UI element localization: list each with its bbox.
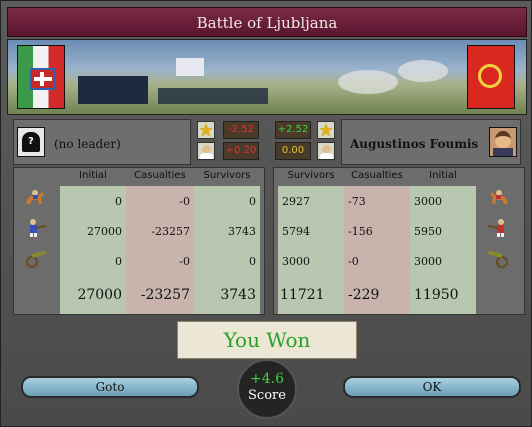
banner-flag-icon bbox=[176, 58, 204, 76]
cavalry-initial: 0 bbox=[115, 195, 122, 208]
smoke-cloud bbox=[398, 60, 448, 82]
cavalry-casualties: -73 bbox=[348, 195, 366, 208]
left-army-table: Initial Casualties Survivors 0 -0 0 2700… bbox=[13, 167, 265, 315]
right-leader-name: Augustinos Foumis bbox=[350, 137, 479, 151]
left-leader-panel: ? (no leader) bbox=[13, 119, 191, 165]
doctor-icon bbox=[317, 142, 335, 160]
result-text: You Won bbox=[223, 328, 311, 352]
cavalry-initial: 3000 bbox=[414, 195, 442, 208]
score-value: +4.6 bbox=[250, 371, 284, 387]
star-icon bbox=[317, 121, 335, 139]
infantry-icon bbox=[487, 219, 504, 237]
total-casualties: -23257 bbox=[140, 287, 190, 303]
artillery-initial: 0 bbox=[115, 255, 122, 268]
artillery-initial: 3000 bbox=[414, 255, 442, 268]
left-morale-modifier: -2.52 bbox=[223, 121, 259, 139]
crest-icon bbox=[30, 68, 56, 90]
header-initial: Initial bbox=[79, 170, 107, 181]
header-survivors: Survivors bbox=[203, 170, 251, 181]
left-country-flag bbox=[17, 45, 65, 109]
battle-illustration bbox=[7, 39, 527, 115]
right-morale-modifier: +2.52 bbox=[275, 121, 311, 139]
right-army-table: Survivors Casualties Initial 2927 -73 30… bbox=[273, 167, 525, 315]
total-initial: 27000 bbox=[77, 287, 122, 303]
ok-button[interactable]: OK bbox=[343, 376, 521, 398]
cavalry-survivors: 2927 bbox=[282, 195, 310, 208]
artillery-icon bbox=[26, 250, 47, 268]
artillery-casualties: -0 bbox=[179, 255, 190, 268]
smoke-cloud bbox=[338, 70, 398, 94]
infantry-initial: 27000 bbox=[87, 225, 122, 238]
right-country-flag bbox=[467, 45, 515, 109]
artillery-icon bbox=[487, 250, 508, 268]
title-bar: Battle of Ljubljana bbox=[7, 7, 527, 37]
infantry-survivors: 3743 bbox=[228, 225, 256, 238]
left-attrition-modifier: +0.20 bbox=[223, 142, 259, 160]
star-icon bbox=[197, 121, 215, 139]
window-title: Battle of Ljubljana bbox=[196, 14, 338, 32]
left-leader-name: (no leader) bbox=[54, 137, 121, 151]
total-survivors: 11721 bbox=[280, 287, 325, 303]
infantry-casualties: -156 bbox=[348, 225, 373, 238]
header-survivors: Survivors bbox=[287, 170, 335, 181]
header-casualties: Casualties bbox=[134, 170, 186, 181]
infantry-survivors: 5794 bbox=[282, 225, 310, 238]
cavalry-icon bbox=[490, 190, 508, 204]
total-casualties: -229 bbox=[348, 287, 380, 303]
score-badge: +4.6 Score bbox=[237, 359, 297, 419]
total-survivors: 3743 bbox=[220, 287, 256, 303]
artillery-survivors: 0 bbox=[249, 255, 256, 268]
unknown-leader-avatar[interactable]: ? bbox=[17, 127, 45, 157]
goto-button[interactable]: Goto bbox=[21, 376, 199, 398]
leader-portrait[interactable] bbox=[489, 127, 517, 157]
sun-emblem-icon bbox=[478, 64, 502, 88]
header-casualties: Casualties bbox=[351, 170, 403, 181]
artillery-survivors: 3000 bbox=[282, 255, 310, 268]
right-leader-panel: Augustinos Foumis bbox=[341, 119, 521, 165]
infantry-casualties: -23257 bbox=[151, 225, 190, 238]
doctor-icon bbox=[197, 142, 215, 160]
soldiers-group bbox=[78, 76, 148, 104]
infantry-icon bbox=[30, 219, 47, 237]
battle-result-window: Battle of Ljubljana ? (no leader) -2.52 … bbox=[0, 0, 532, 427]
cavalry-survivors: 0 bbox=[249, 195, 256, 208]
cavalry-icon bbox=[26, 190, 44, 204]
infantry-initial: 5950 bbox=[414, 225, 442, 238]
header-initial: Initial bbox=[429, 170, 457, 181]
artillery-casualties: -0 bbox=[348, 255, 359, 268]
soldiers-group bbox=[158, 88, 268, 104]
cavalry-casualties: -0 bbox=[179, 195, 190, 208]
result-banner: You Won bbox=[177, 321, 357, 359]
score-label: Score bbox=[248, 388, 286, 403]
total-initial: 11950 bbox=[414, 287, 459, 303]
right-attrition-modifier: 0.00 bbox=[275, 142, 311, 160]
